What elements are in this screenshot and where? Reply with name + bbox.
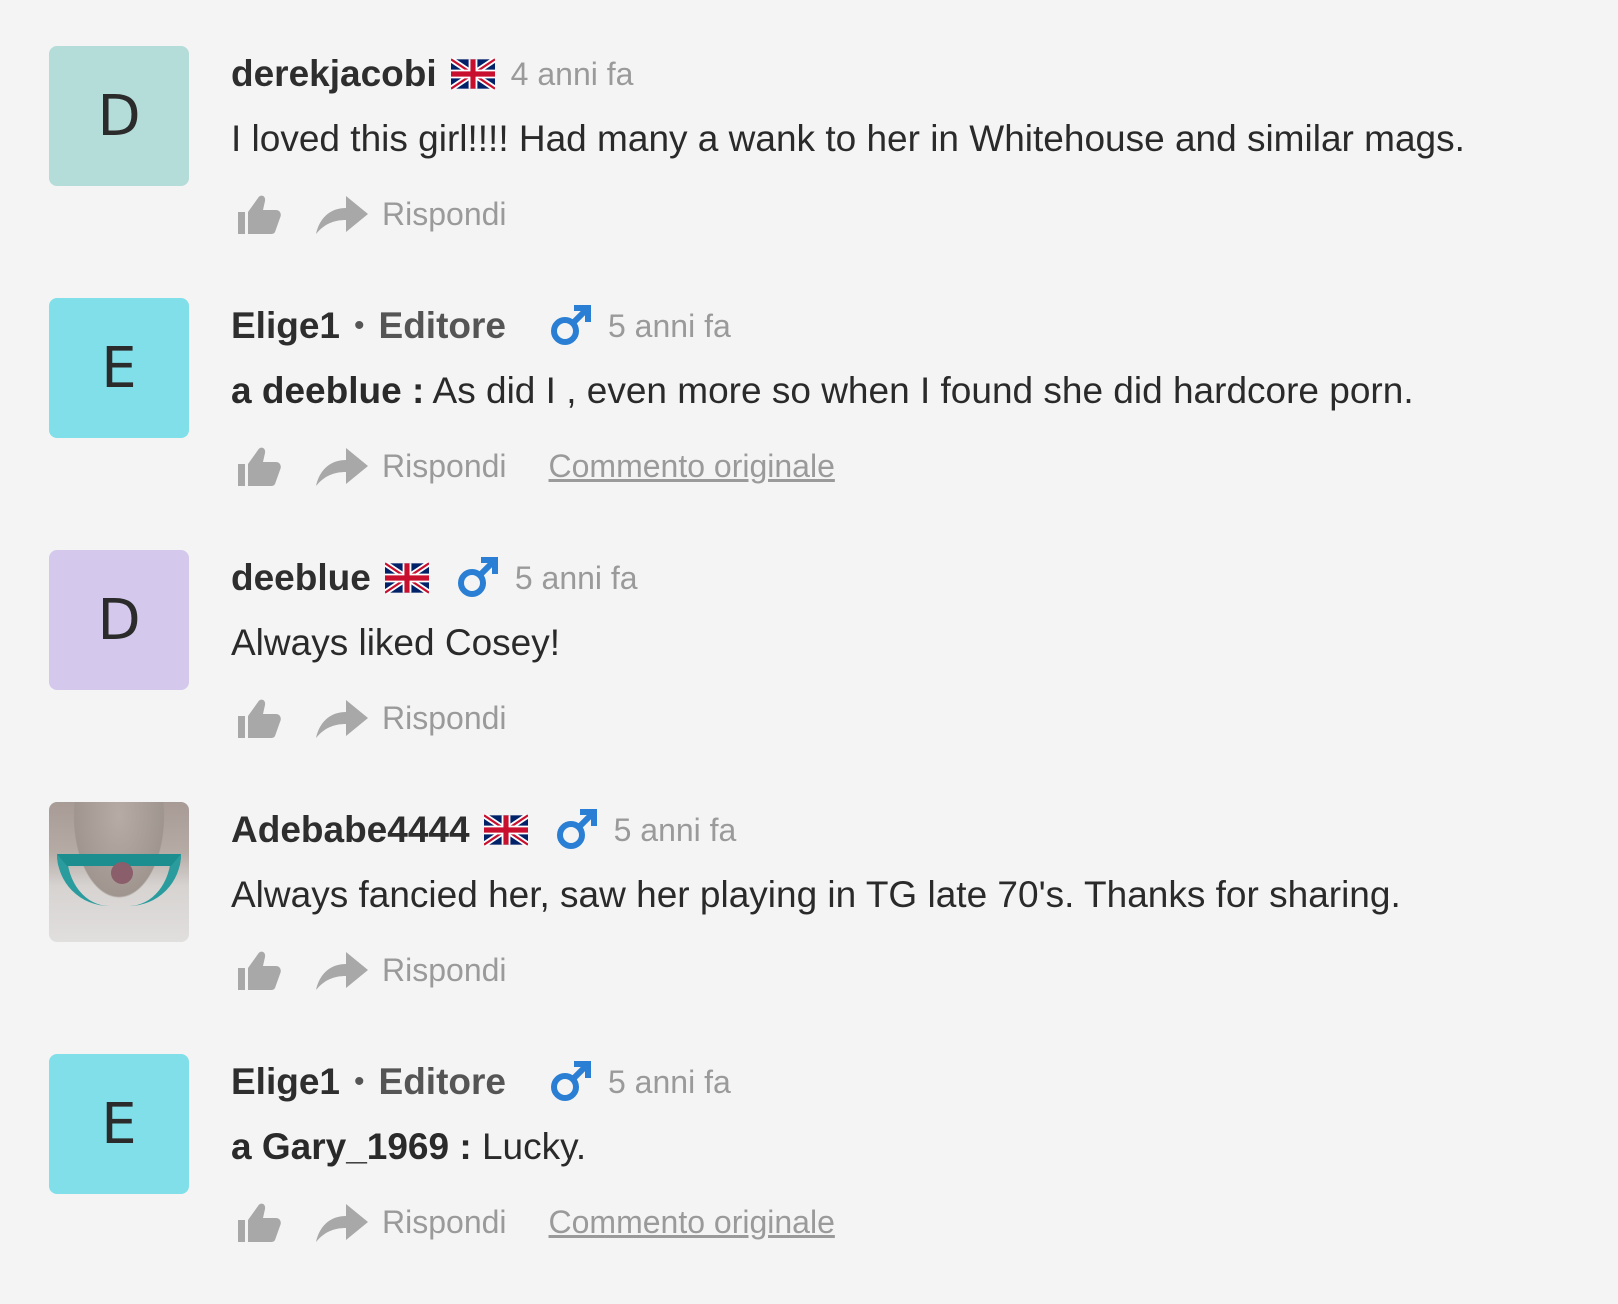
reply-button[interactable]: Rispondi [382,1204,507,1241]
reply-arrow-icon[interactable] [314,1200,370,1244]
role-badge: Editore [378,305,506,346]
original-comment-link[interactable]: Commento originale [549,1204,835,1241]
comment-actions: Rispondi [236,188,507,240]
comment-item: Adebabe4444 5 anni fa Always fancied her… [0,756,1618,1008]
male-icon [556,809,597,849]
avatar-photo-detail [111,862,133,884]
avatar[interactable] [49,802,189,942]
separator-dot: • [354,1065,365,1098]
username[interactable]: Elige1 [231,305,340,347]
avatar[interactable]: D [49,46,189,186]
comment-header: deeblue 5 anni fa [231,554,638,602]
thumbs-up-icon[interactable] [236,948,282,992]
reply-button[interactable]: Rispondi [382,196,507,233]
comment-text: I loved this girl!!!! Had many a wank to… [231,118,1465,160]
comment-item: D derekjacobi 4 anni fa I loved this gir… [0,0,1618,252]
comment-list: D derekjacobi 4 anni fa I loved this gir… [0,0,1618,1304]
original-comment-link[interactable]: Commento originale [549,448,835,485]
comment-time: 5 anni fa [514,559,638,596]
thumbs-up-icon[interactable] [236,696,282,740]
comment-header: derekjacobi 4 anni fa [231,50,633,98]
comment-time: 5 anni fa [607,307,731,344]
reply-arrow-icon[interactable] [314,444,370,488]
username[interactable]: Elige1 [231,1061,340,1103]
comment-item: E Elige1 • Editore 5 anni fa a deeblue :… [0,252,1618,504]
comment-header: Elige1 • Editore 5 anni fa [231,1058,731,1106]
comment-header: Adebabe4444 5 anni fa [231,806,736,854]
reply-mention[interactable]: a Gary_1969 : [231,1126,472,1167]
reply-arrow-icon[interactable] [314,696,370,740]
comment-body: Always liked Cosey! [231,622,561,663]
reply-button[interactable]: Rispondi [382,700,507,737]
uk-flag-icon [384,562,429,594]
comment-actions: Rispondi Commento originale [236,440,835,492]
thumbs-up-icon[interactable] [236,444,282,488]
comment-actions: Rispondi Commento originale [236,1196,835,1248]
comment-text: Always fancied her, saw her playing in T… [231,874,1401,916]
separator-dot: • [354,309,365,342]
avatar[interactable]: D [49,550,189,690]
avatar[interactable]: E [49,298,189,438]
comment-body: As did I , even more so when I found she… [432,370,1414,411]
comment-text: Always liked Cosey! [231,622,560,664]
thumbs-up-icon[interactable] [236,1200,282,1244]
username[interactable]: derekjacobi [231,53,437,95]
comment-item: E Elige1 • Editore 5 anni fa a Gary_1969… [0,1008,1618,1260]
uk-flag-icon [450,58,495,90]
male-icon [457,557,498,597]
male-icon [550,1061,591,1101]
comment-body: I loved this girl!!!! Had many a wank to… [231,118,1465,159]
comment-time: 4 anni fa [510,55,634,92]
username[interactable]: Adebabe4444 [231,809,470,851]
comment-body: Lucky. [481,1126,587,1167]
username[interactable]: deeblue [231,557,371,599]
comment-item: D deeblue 5 anni fa Always liked Cosey! [0,504,1618,756]
comment-text: a deeblue : As did I , even more so when… [231,370,1414,412]
uk-flag-icon [483,814,528,846]
male-icon [550,305,591,345]
reply-arrow-icon[interactable] [314,192,370,236]
avatar[interactable]: E [49,1054,189,1194]
comment-time: 5 anni fa [607,1063,731,1100]
comment-body: Always fancied her, saw her playing in T… [231,874,1401,915]
thumbs-up-icon[interactable] [236,192,282,236]
role-badge: Editore [378,1061,506,1102]
comment-time: 5 anni fa [613,811,737,848]
reply-arrow-icon[interactable] [314,948,370,992]
comment-actions: Rispondi [236,944,507,996]
reply-mention[interactable]: a deeblue : [231,370,424,411]
comment-header: Elige1 • Editore 5 anni fa [231,302,731,350]
reply-button[interactable]: Rispondi [382,448,507,485]
comment-text: a Gary_1969 : Lucky. [231,1126,586,1168]
reply-button[interactable]: Rispondi [382,952,507,989]
comment-actions: Rispondi [236,692,507,744]
